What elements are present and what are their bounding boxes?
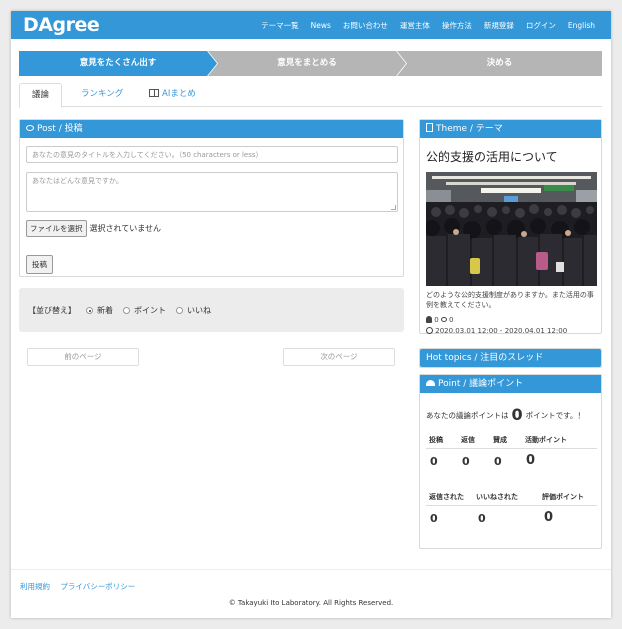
points-total: 0 bbox=[511, 405, 523, 424]
file-upload-row: ファイルを選択 選択されていません bbox=[26, 220, 161, 237]
tab-ai-summary-label: AIまとめ bbox=[162, 89, 196, 99]
theme-heading: Theme / テーマ bbox=[436, 124, 503, 134]
nav-organizer[interactable]: 運営主体 bbox=[400, 20, 430, 31]
points-heading: Point / 議論ポイント bbox=[438, 379, 524, 389]
book-icon bbox=[149, 89, 159, 97]
clock-icon bbox=[426, 327, 433, 334]
step-collect-opinions: 意見をたくさん出す bbox=[19, 51, 217, 76]
footer-links: 利用規約 プライバシーポリシー bbox=[20, 581, 143, 592]
header-replies: 返信 bbox=[461, 436, 475, 444]
nav-how-to[interactable]: 操作方法 bbox=[442, 20, 472, 31]
footer-divider bbox=[11, 569, 611, 570]
header-liked: いいねされた bbox=[476, 493, 518, 501]
value-liked: 0 bbox=[478, 512, 486, 525]
sort-radio-points[interactable] bbox=[123, 307, 130, 314]
file-status: 選択されていません bbox=[89, 224, 162, 233]
theme-counts: 0 0 bbox=[426, 315, 567, 326]
points-prefix: あなたの議論ポイントは bbox=[426, 411, 509, 420]
next-page-button[interactable]: 次のページ bbox=[283, 348, 395, 366]
header-posts: 投稿 bbox=[429, 436, 443, 444]
value-evaluation-points: 0 bbox=[544, 510, 554, 525]
header-replied: 返信された bbox=[429, 493, 464, 501]
sort-option-points[interactable]: ポイント bbox=[134, 305, 166, 316]
points-panel-header: Point / 議論ポイント bbox=[420, 375, 601, 393]
theme-meta: 0 0 2020.03.01 12:00 - 2020.04.01 12:00 bbox=[426, 315, 567, 337]
post-panel: Post / 投稿 あなたの意見のタイトルを入力してください。（50 chara… bbox=[19, 119, 404, 277]
header-activity-points: 活動ポイント bbox=[525, 436, 567, 444]
opinion-title-input[interactable]: あなたの意見のタイトルを入力してください。（50 characters or l… bbox=[26, 146, 398, 163]
nav-news[interactable]: News bbox=[311, 21, 331, 30]
terms-link[interactable]: 利用規約 bbox=[20, 582, 50, 591]
theme-title: 公的支援の活用について bbox=[426, 150, 558, 164]
dashboard-icon bbox=[426, 380, 435, 386]
opinion-body-placeholder: あなたはどんな意見ですか。 bbox=[32, 177, 123, 185]
comment-count-icon bbox=[440, 317, 447, 322]
document-icon bbox=[426, 123, 433, 132]
value-replies: 0 bbox=[462, 455, 470, 468]
hot-topics-panel: Hot topics / 注目のスレッド bbox=[419, 348, 602, 368]
user-icon bbox=[426, 316, 432, 323]
sort-radio-newest[interactable] bbox=[86, 307, 93, 314]
tab-ai-summary[interactable]: AIまとめ bbox=[137, 83, 208, 107]
sort-option-likes[interactable]: いいね bbox=[187, 305, 211, 316]
copyright: © Takayuki Ito Laboratory. All Rights Re… bbox=[228, 599, 394, 607]
submit-post-button[interactable]: 投稿 bbox=[26, 255, 53, 274]
nav-contact[interactable]: お問い合わせ bbox=[343, 20, 388, 31]
sort-option-newest[interactable]: 新着 bbox=[97, 305, 113, 316]
header-evaluation-points: 評価ポイント bbox=[542, 493, 584, 501]
nav-login[interactable]: ログイン bbox=[526, 20, 556, 31]
points-suffix: ポイントです。！ bbox=[525, 411, 585, 420]
post-heading: Post / 投稿 bbox=[37, 124, 83, 134]
nav-theme-list[interactable]: テーマ一覧 bbox=[261, 20, 299, 31]
main-nav: テーマ一覧 News お問い合わせ 運営主体 操作方法 新規登録 ログイン En… bbox=[261, 11, 595, 39]
theme-panel-header: Theme / テーマ bbox=[420, 120, 601, 138]
points-panel: Point / 議論ポイント あなたの議論ポイントは 0 ポイントです。！ 投稿 返… bbox=[419, 374, 602, 549]
value-activity-points: 0 bbox=[526, 453, 536, 468]
page: DAgree テーマ一覧 News お問い合わせ 運営主体 操作方法 新規登録 … bbox=[11, 11, 611, 618]
post-panel-header: Post / 投稿 bbox=[20, 120, 403, 138]
sort-row: 【並び替え】 新着 ポイント いいね bbox=[28, 305, 211, 316]
crowd-photo-svg bbox=[426, 172, 597, 286]
activity-header-row: 投稿 返信 賛成 活動ポイント bbox=[426, 435, 597, 449]
points-summary: あなたの議論ポイントは 0 ポイントです。！ bbox=[426, 405, 585, 424]
theme-description: どのような公的支援制度がありますか。また活用の事例を教えてください。 bbox=[426, 291, 594, 309]
resize-handle-icon[interactable] bbox=[391, 205, 396, 210]
top-navbar: DAgree テーマ一覧 News お問い合わせ 運営主体 操作方法 新規登録 … bbox=[11, 11, 611, 39]
comment-icon bbox=[26, 125, 34, 131]
sort-options: 【並び替え】 新着 ポイント いいね bbox=[19, 288, 404, 332]
tab-discussion[interactable]: 議論 bbox=[19, 83, 63, 108]
step-summarize-opinions: 意見をまとめる bbox=[208, 51, 406, 76]
theme-like-count: 0 bbox=[434, 316, 439, 324]
step-decide: 決める bbox=[397, 51, 602, 76]
choose-file-button[interactable]: ファイルを選択 bbox=[26, 220, 87, 237]
sort-radio-likes[interactable] bbox=[176, 307, 183, 314]
content-tabs: 議論 ランキング AIまとめ bbox=[19, 83, 602, 108]
sort-label: 【並び替え】 bbox=[28, 306, 76, 315]
hot-topics-header[interactable]: Hot topics / 注目のスレッド bbox=[420, 349, 601, 367]
dagree-logo[interactable]: DAgree bbox=[23, 14, 100, 36]
value-posts: 0 bbox=[430, 455, 438, 468]
value-agree: 0 bbox=[494, 455, 502, 468]
phase-steps: 意見をたくさん出す 意見をまとめる 決める bbox=[19, 51, 602, 76]
nav-signup[interactable]: 新規登録 bbox=[484, 20, 514, 31]
value-replied: 0 bbox=[430, 512, 438, 525]
theme-period-row: 2020.03.01 12:00 - 2020.04.01 12:00 bbox=[426, 326, 567, 337]
nav-english[interactable]: English bbox=[568, 21, 595, 30]
opinion-body-textarea[interactable]: あなたはどんな意見ですか。 bbox=[26, 172, 398, 212]
tab-ranking[interactable]: ランキング bbox=[69, 83, 135, 107]
prev-page-button[interactable]: 前のページ bbox=[27, 348, 139, 366]
theme-crowd-photo bbox=[426, 172, 597, 286]
theme-comment-count: 0 bbox=[448, 316, 454, 324]
evaluation-header-row: 返信された いいねされた 評価ポイント bbox=[426, 492, 597, 506]
theme-period: 2020.03.01 12:00 - 2020.04.01 12:00 bbox=[435, 327, 568, 335]
privacy-link[interactable]: プライバシーポリシー bbox=[60, 582, 135, 591]
header-agree: 賛成 bbox=[493, 436, 507, 444]
theme-panel: Theme / テーマ 公的支援の活用について どのような公的支援制度があります… bbox=[419, 119, 602, 337]
